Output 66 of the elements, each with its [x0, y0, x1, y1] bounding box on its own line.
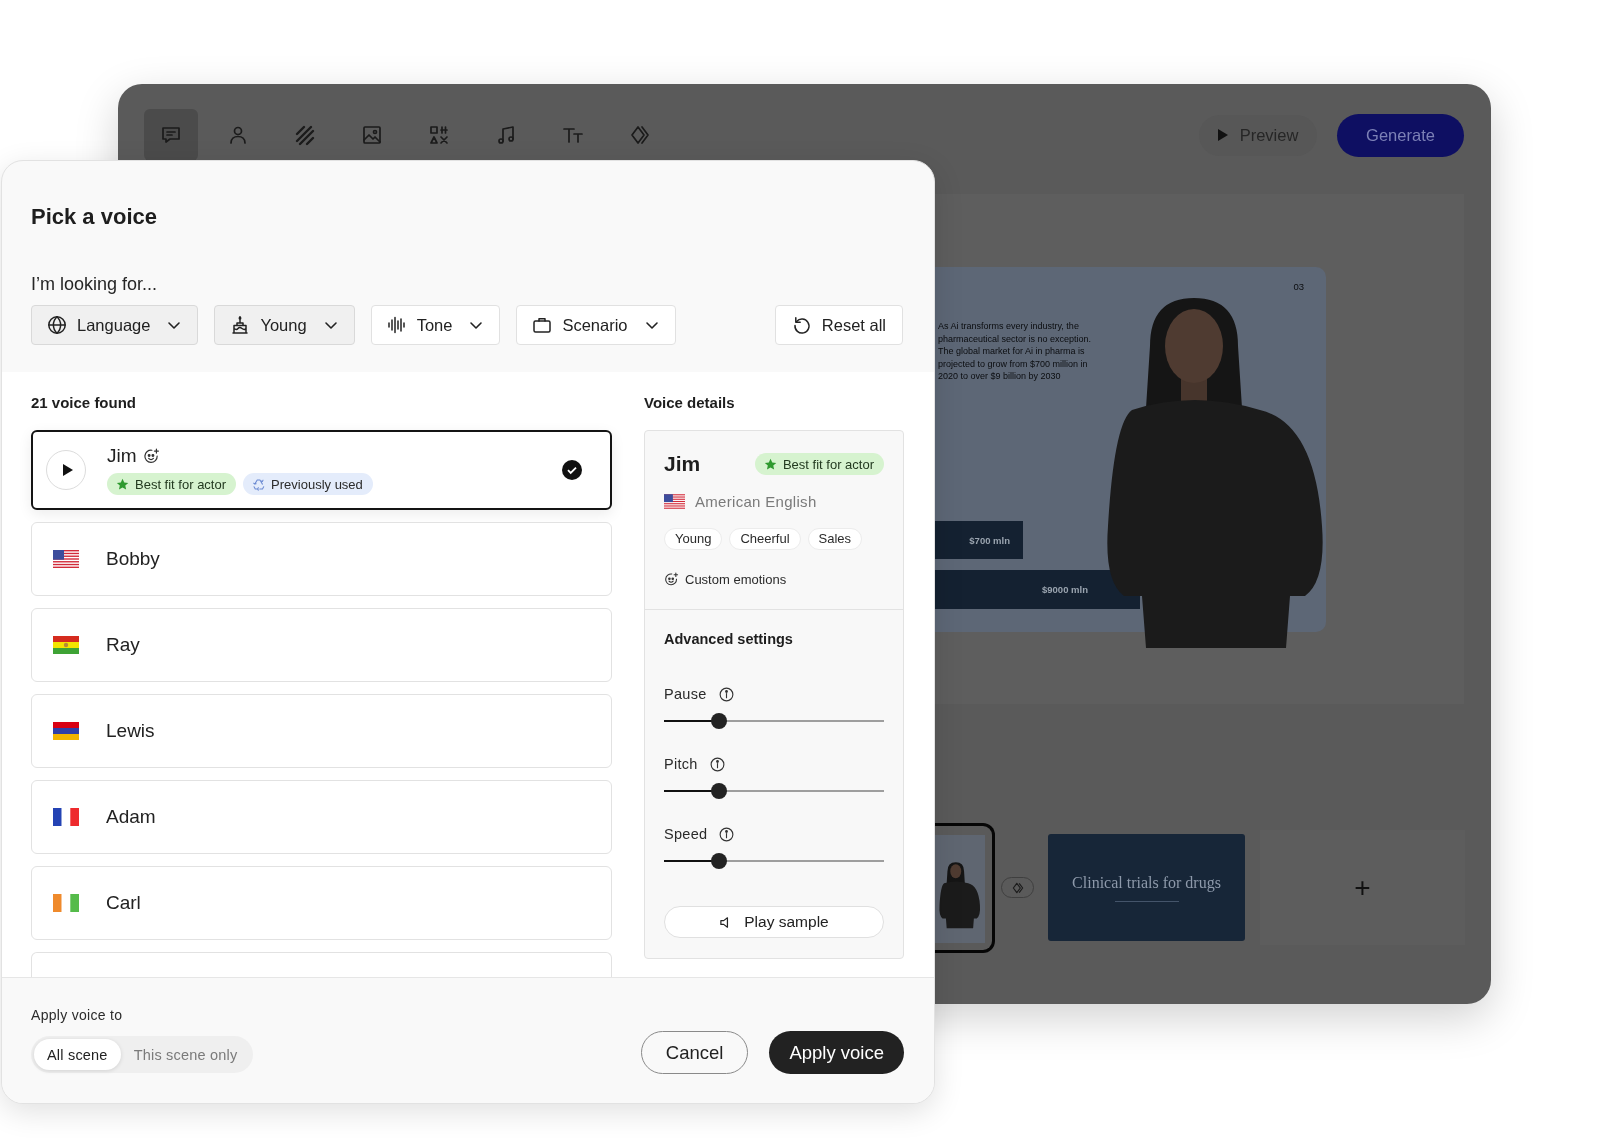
briefcase-icon	[532, 315, 553, 335]
info-icon[interactable]	[719, 826, 735, 842]
star-icon	[116, 477, 129, 491]
reset-button[interactable]: Reset all	[774, 305, 903, 345]
filter-dropdown[interactable]: Young	[214, 305, 355, 345]
value-bar: $9000 mln	[935, 570, 1140, 609]
globe-icon	[47, 315, 67, 335]
apply-to-label: Apply voice to	[31, 1006, 124, 1024]
apply-voice-button[interactable]: Apply voice	[769, 1031, 904, 1074]
generate-button[interactable]: Generate	[1337, 113, 1464, 157]
voice-row[interactable]: Ray	[31, 608, 612, 682]
slider-label: Pitch	[664, 756, 698, 772]
slider-thumb[interactable]	[711, 783, 727, 799]
voice-badge: Previously used	[243, 473, 373, 495]
filter-dropdown[interactable]: Scenario	[516, 305, 676, 345]
voice-name: Jim	[664, 452, 701, 476]
scene-thumbnail[interactable]	[935, 822, 995, 953]
language-label: American English	[695, 492, 817, 510]
slider-thumb[interactable]	[711, 713, 727, 729]
voice-badge: Best fit for actor	[754, 453, 884, 475]
filter-dropdown[interactable]: Language	[31, 305, 199, 345]
custom-emotions-label: Custom emotions	[685, 571, 787, 587]
filter-dropdown[interactable]: Tone	[370, 305, 501, 345]
slider-label: Pause	[664, 686, 707, 702]
voice-badge: Best fit for actor	[107, 473, 237, 495]
play-icon	[1217, 129, 1228, 141]
scope-option[interactable]: This scene only	[120, 1039, 251, 1070]
value-bar: $700 mln	[935, 521, 1023, 559]
waveform-icon	[386, 315, 407, 335]
info-icon[interactable]	[718, 686, 734, 702]
voice-row[interactable]: Jim Best fit for actor Previously used	[31, 430, 612, 510]
stripes-icon	[293, 123, 317, 147]
star-icon	[763, 457, 777, 471]
slide-text: As Ai transforms every industry, the pharmaceutical sector is no exception. The global market for Ai in pharma is projected to grow from $700 million in 2020 to over $9 billion by 2030	[938, 320, 1093, 383]
chevrons-icon	[628, 123, 652, 147]
voice-tag: Cheerful	[729, 528, 801, 550]
slider-label: Speed	[664, 826, 708, 842]
slider-thumb[interactable]	[711, 853, 727, 869]
voice-row[interactable]: Lewis	[31, 694, 612, 768]
play-sample-button[interactable]: Play sample	[664, 906, 884, 938]
image-icon	[360, 123, 384, 147]
check-icon	[562, 460, 582, 480]
voice-row[interactable]: Adam	[31, 780, 612, 854]
voice-row[interactable]: Carl	[31, 866, 612, 940]
smiley-plus-icon	[664, 571, 679, 587]
chevrons-icon	[1010, 880, 1025, 895]
scene-title: Clinical trials for drugs	[1072, 873, 1221, 892]
section-heading: Advanced settings	[664, 630, 794, 648]
recycle-icon	[252, 477, 266, 491]
play-button[interactable]	[46, 450, 86, 490]
reset-icon	[791, 315, 812, 335]
scene-thumbnail[interactable]: Clinical trials for drugs	[1048, 834, 1245, 941]
section-heading: Voice details	[644, 393, 736, 413]
info-icon[interactable]	[709, 756, 725, 772]
play-icon	[61, 463, 74, 477]
dialog-title: Pick a voice	[31, 203, 158, 231]
voice-tag: Young	[664, 528, 723, 550]
slide-number: 03	[1293, 281, 1304, 293]
cake-icon	[230, 315, 251, 335]
filter-prompt: I’m looking for...	[31, 273, 159, 296]
results-count: 21 voice found	[31, 393, 138, 413]
scope-option[interactable]: All scene	[34, 1039, 121, 1070]
shapes-icon	[427, 123, 451, 147]
voice-row[interactable]: Bobby	[31, 522, 612, 596]
voice-tag: Sales	[807, 528, 863, 550]
toolbar-button[interactable]	[144, 109, 198, 161]
